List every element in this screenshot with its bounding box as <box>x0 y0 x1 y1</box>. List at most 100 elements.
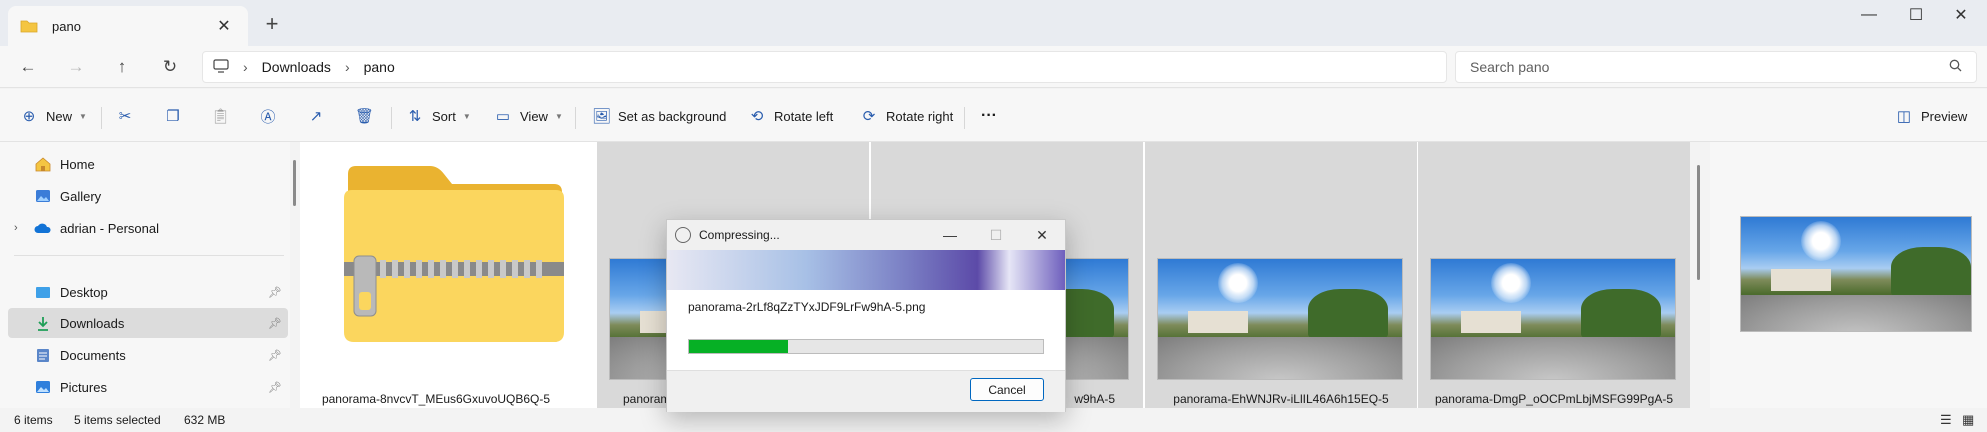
desktop-icon <box>34 284 52 300</box>
documents-icon <box>34 347 52 363</box>
address-bar[interactable]: › Downloads › pano <box>202 51 1447 83</box>
sort-icon: ⇅ <box>408 108 422 125</box>
dialog-banner <box>667 250 1065 290</box>
rotate-right-button[interactable]: ⟳ Rotate right <box>860 99 954 133</box>
sidebar-item-documents[interactable]: Documents 📌︎ <box>8 340 288 370</box>
minimize-button[interactable]: — <box>927 227 973 243</box>
navigation-pane: Home Gallery › adrian - Personal Desktop… <box>0 142 290 408</box>
sidebar-scrollbar[interactable] <box>293 160 296 206</box>
current-file-name: panorama-2rLf8qZzTYxJDF9LrFw9hA-5.png <box>688 300 926 314</box>
pin-icon[interactable]: 📌︎ <box>268 286 282 299</box>
image-icon: 🖼︎ <box>592 108 612 125</box>
set-background-button[interactable]: 🖼︎ Set as background <box>592 99 726 133</box>
preview-button[interactable]: ◫ Preview <box>1895 99 1967 133</box>
divider <box>964 107 965 129</box>
pin-icon[interactable]: 📌︎ <box>268 317 282 330</box>
file-name: panorama-EhWNJRv-iLlIL46A6h15EQ-5 <box>1173 392 1389 406</box>
sort-label: Sort <box>432 108 456 124</box>
command-bar: ⊕ New ▼ ✂ ❐ 📋︎ Ⓐ ↗ 🗑︎ ⇅ Sort ▼ ▭ View ▼ … <box>0 89 1987 142</box>
selection-size: 632 MB <box>184 413 226 427</box>
sidebar-item-onedrive[interactable]: › adrian - Personal <box>8 213 288 243</box>
computer-icon[interactable] <box>213 58 229 76</box>
up-button[interactable]: ↑ <box>104 52 140 82</box>
new-label: New <box>46 108 73 124</box>
chevron-right-icon[interactable]: › <box>243 59 248 75</box>
sidebar-item-downloads[interactable]: Downloads 📌︎ <box>8 308 288 338</box>
new-tab-button[interactable]: + <box>258 10 286 38</box>
share-button[interactable]: ↗ <box>307 99 333 133</box>
scissors-icon: ✂ <box>118 108 132 125</box>
refresh-button[interactable]: ↻ <box>152 52 188 82</box>
rotate-left-button[interactable]: ⟲ Rotate left <box>748 99 834 133</box>
tiles-view-icon[interactable]: ▦ <box>1962 412 1974 428</box>
compress-dialog: Compressing... — ☐ ✕ panorama-2rLf8qZzTY… <box>666 219 1066 412</box>
title-bar: pano ✕ + — ☐ ✕ <box>0 0 1987 46</box>
forward-button[interactable]: → <box>58 52 94 82</box>
divider <box>391 107 392 129</box>
more-options-button[interactable]: ··· <box>981 99 997 133</box>
paste-icon: 📋︎ <box>211 108 231 125</box>
details-view-icon[interactable]: ☰ <box>1940 412 1952 428</box>
search-input[interactable]: Search pano <box>1455 51 1977 83</box>
pin-icon[interactable]: 📌︎ <box>268 381 282 394</box>
dialog-title: Compressing... <box>699 228 780 242</box>
breadcrumb-downloads[interactable]: Downloads <box>262 59 331 75</box>
sidebar-item-pictures[interactable]: Pictures 📌︎ <box>8 372 288 402</box>
rotate-left-label: Rotate left <box>774 108 834 124</box>
trash-icon: 🗑︎ <box>355 108 375 125</box>
address-row: ← → ↑ ↻ › Downloads › pano Search pano <box>0 46 1987 88</box>
sidebar-item-label: adrian - Personal <box>60 220 159 236</box>
sidebar-item-desktop[interactable]: Desktop 📌︎ <box>8 277 288 307</box>
pin-icon[interactable]: 📌︎ <box>268 349 282 362</box>
breadcrumb-pano[interactable]: pano <box>364 59 395 75</box>
new-button[interactable]: ⊕ New ▼ <box>20 99 87 133</box>
sidebar-item-label: Pictures <box>60 379 107 395</box>
set-background-label: Set as background <box>618 108 727 124</box>
progress-fill <box>689 340 789 353</box>
sidebar-item-gallery[interactable]: Gallery <box>8 181 288 211</box>
panorama-thumbnail <box>1430 258 1676 380</box>
close-dialog-button[interactable]: ✕ <box>1019 227 1065 244</box>
sort-button[interactable]: ⇅ Sort ▼ <box>406 99 471 133</box>
chevron-right-icon[interactable]: › <box>14 222 18 234</box>
file-item[interactable]: panorama-8nvcvT_MEus6GxuvoUQB6Q-5 <box>300 142 572 408</box>
minimize-button[interactable]: — <box>1842 0 1896 30</box>
zip-folder-icon <box>340 164 566 344</box>
close-tab-icon[interactable]: ✕ <box>212 16 236 36</box>
pictures-icon <box>34 379 52 395</box>
close-window-button[interactable]: ✕ <box>1934 0 1987 30</box>
paste-button[interactable]: 📋︎ <box>211 99 237 133</box>
progress-bar <box>688 339 1044 354</box>
copy-button[interactable]: ❐ <box>164 99 190 133</box>
file-item[interactable]: panorama-EhWNJRv-iLlIL46A6h15EQ-5 <box>1145 142 1417 408</box>
file-item[interactable]: panorama-DmgP_oOCPmLbjMSFG99PgA-5 <box>1418 142 1690 408</box>
divider <box>14 255 284 256</box>
copy-icon: ❐ <box>166 108 180 125</box>
download-icon <box>34 315 52 331</box>
preview-label: Preview <box>1921 108 1968 124</box>
sidebar-item-home[interactable]: Home <box>8 149 288 179</box>
file-name: panorama-8nvcvT_MEus6GxuvoUQB6Q-5 <box>321 392 551 406</box>
gallery-icon <box>34 188 52 204</box>
sidebar-item-label: Downloads <box>60 315 125 331</box>
preview-pane <box>1710 142 1987 408</box>
rename-button[interactable]: Ⓐ <box>259 99 285 133</box>
delete-button[interactable]: 🗑︎ <box>355 99 381 133</box>
sidebar-item-label: Gallery <box>60 188 102 204</box>
content-scrollbar[interactable] <box>1697 165 1700 280</box>
rename-icon: Ⓐ <box>260 108 276 126</box>
cut-button[interactable]: ✂ <box>116 99 142 133</box>
rotate-left-icon: ⟲ <box>750 108 764 125</box>
chevron-right-icon[interactable]: › <box>345 59 350 75</box>
cancel-button[interactable]: Cancel <box>970 378 1044 401</box>
tab-pano[interactable]: pano ✕ <box>8 6 248 46</box>
tab-title: pano <box>52 18 81 34</box>
plus-circle-icon: ⊕ <box>22 108 36 125</box>
file-name: panorama-DmgP_oOCPmLbjMSFG99PgA-5 <box>1434 392 1674 406</box>
view-icon: ▭ <box>495 108 511 125</box>
sidebar-item-label: Home <box>60 156 95 172</box>
back-button[interactable]: ← <box>10 52 46 82</box>
view-button[interactable]: ▭ View ▼ <box>494 99 563 133</box>
home-icon <box>34 156 52 172</box>
clock-icon <box>675 227 691 243</box>
